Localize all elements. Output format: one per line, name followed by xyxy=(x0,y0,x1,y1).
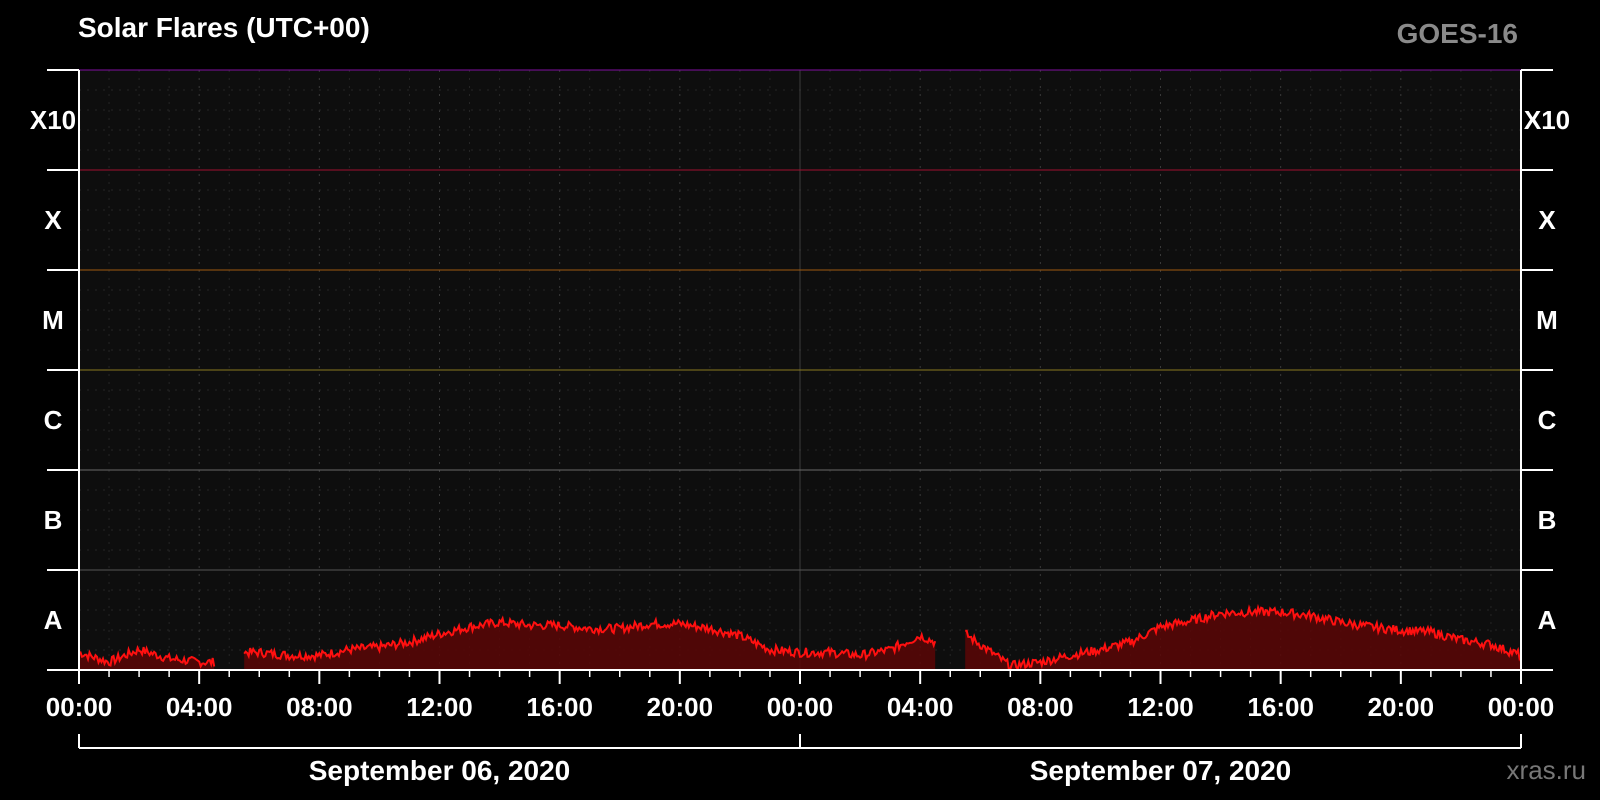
x-tick-label: 20:00 xyxy=(647,692,714,722)
x-tick-label: 08:00 xyxy=(286,692,353,722)
x-tick-label: 12:00 xyxy=(406,692,473,722)
y-class-label-right: A xyxy=(1538,605,1557,635)
y-class-label-right: X10 xyxy=(1524,105,1570,135)
x-tick-label: 00:00 xyxy=(1488,692,1555,722)
x-tick-label: 16:00 xyxy=(1247,692,1314,722)
y-class-label-left: A xyxy=(44,605,63,635)
y-class-label-left: C xyxy=(44,405,63,435)
y-class-label-left: B xyxy=(44,505,63,535)
date-labels: September 06, 2020 September 07, 2020 xyxy=(309,755,1292,786)
y-class-label-right: M xyxy=(1536,305,1558,335)
x-tick-label: 04:00 xyxy=(887,692,954,722)
x-tick-label: 08:00 xyxy=(1007,692,1074,722)
x-tick-label: 20:00 xyxy=(1368,692,1435,722)
y-class-label-right: C xyxy=(1538,405,1557,435)
x-tick-label: 12:00 xyxy=(1127,692,1194,722)
y-class-label-left: X xyxy=(44,205,62,235)
date-label: September 06, 2020 xyxy=(309,755,571,786)
x-tick-labels: 00:00 04:00 08:00 12:00 16:00 20:00 00:00 04:00… xyxy=(46,692,1555,722)
x-tick-label: 00:00 xyxy=(46,692,113,722)
solar-flare-chart: A A B B C C M M X X X10 X10 00:00 04:00 08:00 12:00 16:… xyxy=(30,69,1570,786)
y-class-label-left: X10 xyxy=(30,105,76,135)
y-class-label-right: B xyxy=(1538,505,1557,535)
x-tick-label: 04:00 xyxy=(166,692,233,722)
x-tick-label: 16:00 xyxy=(526,692,593,722)
date-label: September 07, 2020 xyxy=(1030,755,1292,786)
y-class-label-right: X xyxy=(1538,205,1556,235)
x-tick-label: 00:00 xyxy=(767,692,834,722)
y-class-label-left: M xyxy=(42,305,64,335)
